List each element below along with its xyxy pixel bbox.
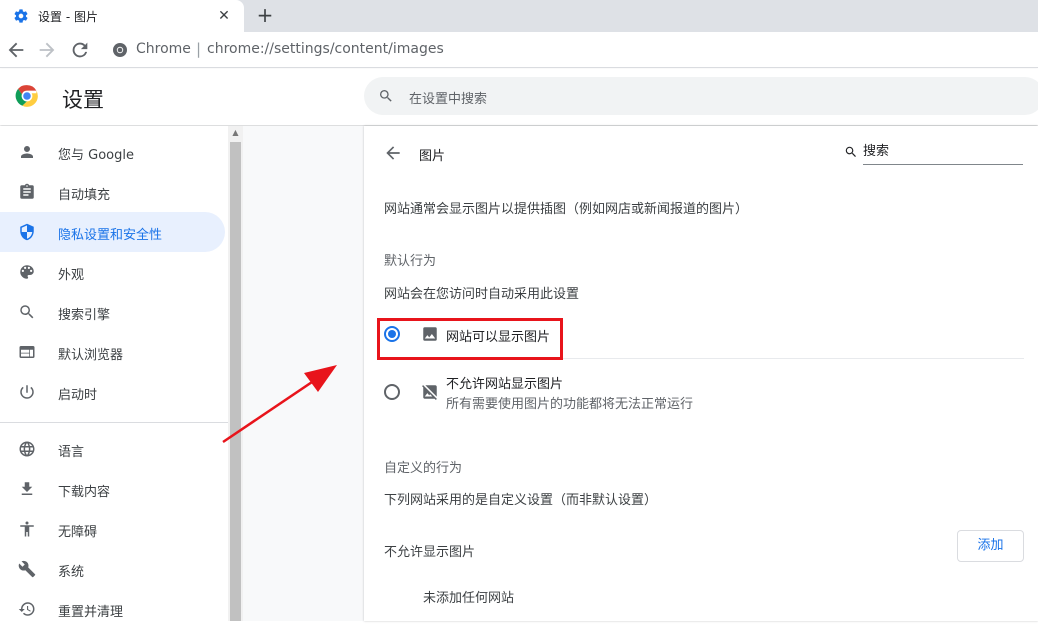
scroll-up-arrow-icon[interactable]: ▲ [228,126,243,140]
blocked-section-title: 不允许显示图片 [384,545,476,560]
accessibility-icon [20,521,34,537]
search-icon [380,90,392,102]
sidebar-item-label: 您与 Google [58,148,134,163]
annotation-highlight-box [377,318,563,360]
shield-icon [20,223,34,241]
sidebar-item-reset[interactable]: 重置并清理 [0,589,225,629]
empty-list-message: 未添加任何网站 [423,591,515,606]
search-input[interactable]: 在设置中搜索 [409,88,487,107]
sidebar: 您与 Google 自动填充 隐私设置和安全性 外观 搜索引擎 默认浏览器 启动… [0,126,243,621]
sidebar-item-accessibility[interactable]: 无障碍 [0,509,225,549]
forward-icon[interactable] [36,39,58,61]
browser-toolbar: Chrome | chrome://settings/content/image… [0,32,1038,68]
sidebar-item-label: 搜索引擎 [58,308,111,323]
download-icon [21,482,33,495]
tab-title: 设置 - 图片 [38,10,98,24]
palette-icon [20,265,34,279]
sidebar-item-on-startup[interactable]: 启动时 [0,372,225,412]
search-icon [845,146,856,157]
reload-icon[interactable] [69,39,91,61]
settings-header: 设置 在设置中搜索 [0,69,1038,125]
chrome-logo-icon [15,85,38,107]
image-off-icon [422,385,437,400]
address-bar[interactable]: chrome://settings/content/images [207,41,444,57]
sidebar-item-search-engine[interactable]: 搜索引擎 [0,292,225,332]
radio-block-images[interactable] [384,384,400,400]
gear-icon [14,9,28,23]
sidebar-item-system[interactable]: 系统 [0,549,225,589]
chrome-site-icon [113,43,127,57]
sidebar-item-label: 默认浏览器 [58,348,124,363]
custom-behavior-description: 下列网站采用的是自定义设置（而非默认设置） [384,493,658,508]
option-block-sublabel: 所有需要使用图片的功能都将无法正常运行 [446,397,694,412]
sidebar-item-appearance[interactable]: 外观 [0,252,225,292]
sidebar-divider [0,422,228,423]
browser-tab[interactable]: 设置 - 图片 ✕ [0,0,244,32]
person-icon [21,146,33,158]
sidebar-item-label: 下载内容 [58,485,111,500]
wrench-icon [18,560,36,578]
page-title: 设置 [62,88,104,112]
close-icon[interactable]: ✕ [215,7,233,25]
omnibox-chrome-label: Chrome [136,41,191,57]
sidebar-item-default-browser[interactable]: 默认浏览器 [0,332,225,372]
sidebar-item-you-and-google[interactable]: 您与 Google [0,132,225,172]
back-icon[interactable] [5,39,27,61]
sidebar-item-label: 重置并清理 [58,605,124,620]
omnibox-separator: | [196,40,202,58]
search-icon [20,305,34,319]
new-tab-button[interactable]: + [254,4,276,26]
clipboard-icon [20,183,34,199]
power-icon [20,385,34,399]
back-arrow-icon[interactable] [383,143,403,163]
sidebar-item-label: 隐私设置和安全性 [58,228,163,243]
sidebar-item-label: 启动时 [58,388,98,403]
sidebar-item-languages[interactable]: 语言 [0,429,225,469]
reset-icon [18,602,35,616]
subpage-search-input[interactable]: 搜索 [863,143,1023,165]
sidebar-item-downloads[interactable]: 下载内容 [0,469,225,509]
default-behavior-description: 网站会在您访问时自动采用此设置 [384,287,580,302]
sidebar-item-label: 无障碍 [58,525,98,540]
page-description: 网站通常会显示图片以提供插图（例如网店或新闻报道的图片） [384,202,749,217]
option-block-label[interactable]: 不允许网站显示图片 [446,373,563,392]
default-behavior-heading: 默认行为 [384,254,437,269]
subpage-title: 图片 [419,149,446,164]
custom-behavior-heading: 自定义的行为 [384,461,463,476]
sidebar-item-label: 系统 [58,565,85,580]
sidebar-item-label: 自动填充 [58,188,111,203]
sidebar-item-privacy[interactable]: 隐私设置和安全性 [0,212,225,252]
sidebar-item-label: 语言 [58,445,85,460]
tab-strip: 设置 - 图片 ✕ + [0,0,1038,32]
add-site-button[interactable]: 添加 [957,530,1024,562]
sidebar-item-label: 外观 [58,268,85,283]
settings-search-box[interactable]: 在设置中搜索 [364,77,1038,115]
sidebar-item-autofill[interactable]: 自动填充 [0,172,225,212]
browser-icon [19,346,35,358]
sidebar-scroll-thumb[interactable] [230,142,241,621]
globe-icon [19,441,35,457]
